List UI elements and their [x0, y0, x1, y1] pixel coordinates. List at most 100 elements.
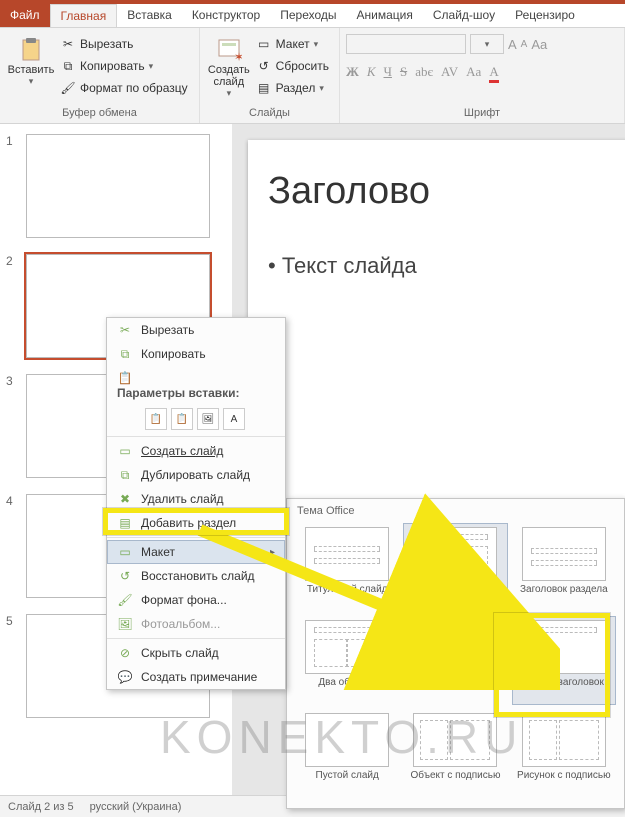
- font-name-combo[interactable]: [346, 34, 466, 54]
- slide-canvas[interactable]: Заголово • Текст слайда: [248, 140, 625, 500]
- scissors-icon: ✂: [117, 322, 133, 338]
- clear-format-icon[interactable]: Aa: [531, 37, 547, 52]
- new-slide-icon: ✶: [215, 36, 243, 64]
- copy-button[interactable]: ⧉Копировать ▾: [56, 56, 192, 76]
- layout-button[interactable]: ▭Макет ▾: [252, 34, 333, 54]
- layout-option-picture-with-caption[interactable]: Рисунок с подписью: [512, 709, 616, 798]
- section-icon: ▤: [117, 515, 133, 531]
- italic-button[interactable]: К: [367, 64, 376, 83]
- tab-transitions[interactable]: Переходы: [270, 4, 346, 27]
- layout-option-title-only[interactable]: Только заголовок: [512, 616, 616, 705]
- delete-icon: ✖: [117, 491, 133, 507]
- slide-body-placeholder[interactable]: • Текст слайда: [268, 253, 625, 279]
- ctx-copy[interactable]: ⧉Копировать: [107, 342, 285, 366]
- paste-option-keep-source[interactable]: 📋: [171, 408, 193, 430]
- hide-icon: ⊘: [117, 645, 133, 661]
- case-button[interactable]: Aa: [466, 64, 481, 83]
- svg-text:✶: ✶: [234, 50, 242, 63]
- ctx-delete-slide[interactable]: ✖Удалить слайд: [107, 487, 285, 511]
- chevron-down-icon: ▾: [149, 61, 154, 72]
- format-painter-button[interactable]: 🖌Формат по образцу: [56, 78, 192, 98]
- slide-title-placeholder[interactable]: Заголово: [268, 170, 625, 213]
- ctx-new-comment[interactable]: 💬Создать примечание: [107, 665, 285, 689]
- layout-icon: ▭: [117, 544, 133, 560]
- font-size-combo[interactable]: ▾: [470, 34, 504, 54]
- section-button[interactable]: ▤Раздел ▾: [252, 78, 333, 98]
- ctx-paste-options-heading: 📋 Параметры вставки:: [107, 366, 285, 404]
- format-bg-icon: 🖌: [117, 592, 133, 608]
- new-slide-button[interactable]: ✶ Создать слайд ▾: [206, 32, 252, 99]
- spacing-button[interactable]: AV: [441, 64, 458, 83]
- group-clipboard: Вставить ▾ ✂Вырезать ⧉Копировать ▾ 🖌Форм…: [0, 28, 200, 123]
- layout-option-title-slide[interactable]: Титульный слайд: [295, 523, 399, 612]
- shadow-button[interactable]: abє: [415, 64, 433, 83]
- chevron-down-icon: ▾: [29, 76, 34, 87]
- paste-button[interactable]: Вставить ▾: [6, 32, 56, 98]
- decrease-font-icon[interactable]: A: [521, 39, 528, 50]
- ctx-reset-slide[interactable]: ↺Восстановить слайд: [107, 564, 285, 588]
- ctx-photo-album: 🖼Фотоальбом...: [107, 612, 285, 636]
- paste-option-picture[interactable]: 🖼: [197, 408, 219, 430]
- layout-option-blank[interactable]: Пустой слайд: [295, 709, 399, 798]
- thumb-number: 1: [6, 134, 20, 238]
- comment-icon: 💬: [117, 669, 133, 685]
- tab-slideshow[interactable]: Слайд-шоу: [423, 4, 505, 27]
- photo-album-icon: 🖼: [117, 616, 133, 632]
- chevron-right-icon: ▸: [270, 547, 275, 558]
- chevron-down-icon: ▾: [314, 39, 319, 50]
- group-font: ▾ A A Aa Ж К Ч S abє AV Aa A Шрифт: [340, 28, 625, 123]
- reset-icon: ↺: [117, 568, 133, 584]
- chevron-down-icon: ▾: [319, 83, 324, 94]
- group-title: Слайды: [206, 105, 333, 119]
- underline-button[interactable]: Ч: [384, 64, 392, 83]
- layout-option-comparison[interactable]: Сравнение: [403, 616, 507, 705]
- ribbon: Вставить ▾ ✂Вырезать ⧉Копировать ▾ 🖌Форм…: [0, 28, 625, 124]
- copy-icon: ⧉: [60, 58, 76, 74]
- paste-icon: 📋: [117, 370, 133, 386]
- ctx-add-section[interactable]: ▤Добавить раздел: [107, 511, 285, 535]
- tab-insert[interactable]: Вставка: [117, 4, 182, 27]
- group-slides: ✶ Создать слайд ▾ ▭Макет ▾ ↺Сбросить ▤Ра…: [200, 28, 340, 123]
- language-status[interactable]: русский (Украина): [90, 801, 182, 813]
- slide-thumbnail[interactable]: [26, 134, 210, 238]
- group-title: Шрифт: [346, 105, 618, 119]
- ctx-hide-slide[interactable]: ⊘Скрыть слайд: [107, 641, 285, 665]
- ctx-new-slide[interactable]: ▭Создать слайд: [107, 439, 285, 463]
- brush-icon: 🖌: [60, 80, 76, 96]
- layout-option-section-header[interactable]: Заголовок раздела: [512, 523, 616, 612]
- font-color-button[interactable]: A: [489, 64, 498, 83]
- layout-option-title-and-content[interactable]: Заголовок и объект: [403, 523, 507, 612]
- thumb-number: 4: [6, 494, 20, 598]
- reset-button[interactable]: ↺Сбросить: [252, 56, 333, 76]
- paste-option-text[interactable]: A: [223, 408, 245, 430]
- bold-button[interactable]: Ж: [346, 64, 359, 83]
- tab-file[interactable]: Файл: [0, 4, 50, 27]
- layout-icon: ▭: [256, 36, 272, 52]
- scissors-icon: ✂: [60, 36, 76, 52]
- section-icon: ▤: [256, 80, 272, 96]
- tab-design[interactable]: Конструктор: [182, 4, 270, 27]
- ctx-layout[interactable]: ▭Макет▸: [107, 540, 285, 564]
- layout-option-two-content[interactable]: Два объекта: [295, 616, 399, 705]
- strike-button[interactable]: S: [400, 64, 407, 83]
- new-slide-icon: ▭: [117, 443, 133, 459]
- paste-label: Вставить: [8, 64, 55, 76]
- increase-font-icon[interactable]: A: [508, 37, 517, 52]
- layout-option-content-with-caption[interactable]: Объект с подписью: [403, 709, 507, 798]
- thumb-number: 2: [6, 254, 20, 358]
- duplicate-icon: ⧉: [117, 467, 133, 483]
- tab-animation[interactable]: Анимация: [347, 4, 423, 27]
- tab-home[interactable]: Главная: [50, 4, 118, 27]
- thumb-number: 5: [6, 614, 20, 718]
- ctx-format-background[interactable]: 🖌Формат фона...: [107, 588, 285, 612]
- paste-option-use-dest[interactable]: 📋: [145, 408, 167, 430]
- layout-flyout: Тема Office Титульный слайд Заголовок и …: [286, 498, 625, 809]
- cut-button[interactable]: ✂Вырезать: [56, 34, 192, 54]
- reset-icon: ↺: [256, 58, 272, 74]
- new-slide-label: Создать слайд: [208, 64, 250, 88]
- ctx-duplicate-slide[interactable]: ⧉Дублировать слайд: [107, 463, 285, 487]
- ctx-paste-options: 📋 📋 🖼 A: [107, 404, 285, 434]
- paste-icon: [17, 36, 45, 64]
- tab-review[interactable]: Рецензиро: [505, 4, 585, 27]
- ctx-cut[interactable]: ✂Вырезать: [107, 318, 285, 342]
